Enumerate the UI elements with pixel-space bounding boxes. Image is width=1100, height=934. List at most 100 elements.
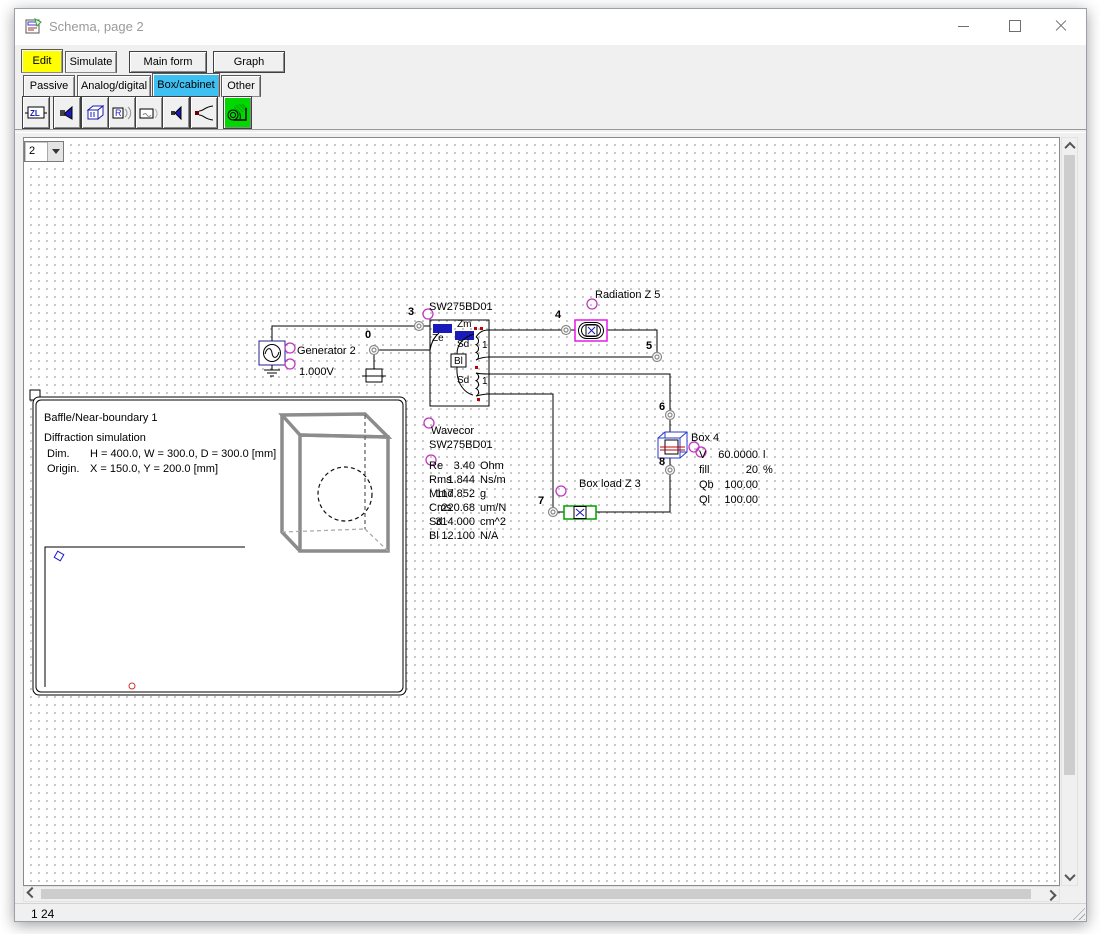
scroll-up-button[interactable]	[1062, 138, 1077, 154]
tool-horn-button[interactable]	[190, 96, 218, 129]
tab-analog-digital[interactable]: Analog/digital	[77, 75, 151, 97]
vertical-scroll-thumb[interactable]	[1064, 155, 1075, 775]
vertical-scrollbar[interactable]	[1061, 137, 1078, 886]
diffraction-box-icon	[138, 104, 160, 122]
baffle-origin-value: X = 150.0, Y = 200.0 [mm]	[90, 463, 218, 475]
page-selector[interactable]: 2	[24, 141, 64, 162]
box4-param-label: Ql	[699, 494, 710, 506]
transducer-ze-label: Ze	[432, 333, 444, 344]
spec-unit: um/N	[480, 502, 506, 514]
spec-unit: N/A	[480, 530, 498, 542]
transducer-bl-label: Bl	[454, 356, 463, 367]
close-button[interactable]	[1039, 11, 1083, 41]
page-selector-dropdown-button[interactable]	[47, 142, 63, 161]
node-8-label[interactable]: 8	[659, 456, 665, 468]
box4-param-unit: %	[763, 464, 773, 476]
app-window: Schema, page 2 Edit Simulate Main form G…	[14, 8, 1087, 922]
box4-symbol[interactable]	[658, 432, 687, 458]
box4-param-value: 20	[710, 464, 758, 476]
chevron-down-icon	[52, 149, 60, 154]
scroll-down-button[interactable]	[1062, 869, 1077, 885]
generator-voltage[interactable]: 1.000V	[299, 366, 334, 378]
generator-symbol[interactable]	[259, 341, 285, 376]
box-load-label[interactable]: Box load Z 3	[579, 478, 641, 490]
spec-value: 220.68	[431, 502, 475, 514]
tab-simulate[interactable]: Simulate	[65, 51, 117, 73]
radiation-label[interactable]: Radiation Z 5	[595, 289, 660, 301]
horizontal-scroll-thumb[interactable]	[41, 889, 1031, 899]
box4-label[interactable]: Box 4	[691, 432, 719, 444]
node-4	[562, 326, 571, 335]
schematic-canvas[interactable]: SW275BD01 Ze Zm Sd 1 Bl Sd 1 Generator 2…	[23, 137, 1060, 886]
transducer-zm-label: Zm	[457, 319, 471, 330]
graph-button[interactable]: Graph	[213, 51, 285, 73]
minimize-icon	[958, 26, 969, 27]
spec-value: 1.844	[431, 474, 475, 486]
minimize-button[interactable]	[941, 11, 985, 41]
tab-passive[interactable]: Passive	[23, 75, 75, 97]
node-6-label[interactable]: 6	[659, 401, 665, 413]
node-5-label[interactable]: 5	[646, 340, 652, 352]
node-3	[415, 322, 424, 331]
node-8	[666, 466, 675, 475]
box4-param-label: V	[699, 449, 706, 461]
chevron-up-icon	[1064, 142, 1075, 153]
node-3-label[interactable]: 3	[408, 306, 414, 318]
node-6	[666, 411, 675, 420]
box4-param-unit: l	[763, 449, 765, 461]
closed-box-icon	[84, 104, 106, 122]
box4-param-label: fill	[699, 464, 709, 476]
transducer-ratio1-label: 1	[482, 340, 488, 351]
app-icon	[25, 18, 43, 36]
tool-impedance-load-button[interactable]: ZL	[22, 96, 50, 129]
tool-diffraction-box-button[interactable]	[135, 96, 163, 129]
transducer-sd1-label: Sd	[457, 339, 469, 350]
node-0	[370, 346, 379, 355]
tool-driver-button[interactable]	[53, 96, 81, 129]
tab-edit[interactable]: Edit	[21, 49, 63, 73]
transducer-sd2-label: Sd	[457, 375, 469, 386]
spec-unit: g	[480, 488, 486, 500]
title-bar: Schema, page 2	[15, 9, 1086, 45]
horizontal-scrollbar[interactable]	[23, 886, 1060, 902]
node-4-label[interactable]: 4	[555, 309, 561, 321]
tool-driver-cone-button[interactable]	[162, 96, 190, 129]
driver-cone-icon	[167, 104, 185, 122]
baffle-title: Baffle/Near-boundary 1	[44, 412, 158, 424]
transducer-ratio2-label: 1	[482, 376, 488, 387]
baffle-origin-label: Origin.	[47, 463, 79, 475]
baffle-dim-value: H = 400.0, W = 300.0, D = 300.0 [mm]	[90, 448, 276, 460]
radiation-symbol[interactable]	[575, 320, 607, 341]
driver-brand[interactable]: Wavecor	[431, 425, 474, 437]
node-7-label[interactable]: 7	[538, 495, 544, 507]
radiation-icon: R	[111, 104, 133, 122]
tool-radiation-button[interactable]: R	[108, 96, 136, 129]
box-load-symbol[interactable]	[564, 506, 596, 519]
tool-baffle-near-boundary-button[interactable]	[223, 96, 252, 129]
main-form-button[interactable]: Main form	[129, 51, 207, 73]
spec-value: 117.852	[431, 488, 475, 500]
node-5	[653, 353, 662, 362]
chevron-left-icon	[26, 887, 37, 898]
resize-grip[interactable]	[1071, 906, 1085, 920]
tab-other[interactable]: Other	[221, 75, 261, 97]
transducer-label[interactable]: SW275BD01	[429, 301, 493, 313]
maximize-button[interactable]	[993, 11, 1037, 41]
tab-box-cabinet[interactable]: Box/cabinet	[152, 73, 220, 97]
spec-unit: Ohm	[480, 460, 504, 472]
generator-name[interactable]: Generator 2	[297, 345, 356, 357]
node-7	[549, 508, 558, 517]
baffle-subtitle: Diffraction simulation	[44, 432, 146, 444]
window-title: Schema, page 2	[49, 19, 144, 34]
ground-symbol[interactable]	[362, 369, 386, 382]
spec-unit: cm^2	[480, 516, 506, 528]
status-text: 1 24	[31, 907, 54, 921]
node-0-label[interactable]: 0	[365, 329, 371, 341]
driver-model[interactable]: SW275BD01	[429, 439, 493, 451]
baffle-dim-label: Dim.	[47, 448, 70, 460]
scroll-left-button[interactable]	[24, 887, 40, 901]
tool-closed-box-button[interactable]	[81, 96, 109, 129]
scroll-right-button[interactable]	[1043, 887, 1059, 901]
impedance-load-icon: ZL	[25, 104, 47, 122]
status-bar: 1 24	[15, 903, 1086, 921]
